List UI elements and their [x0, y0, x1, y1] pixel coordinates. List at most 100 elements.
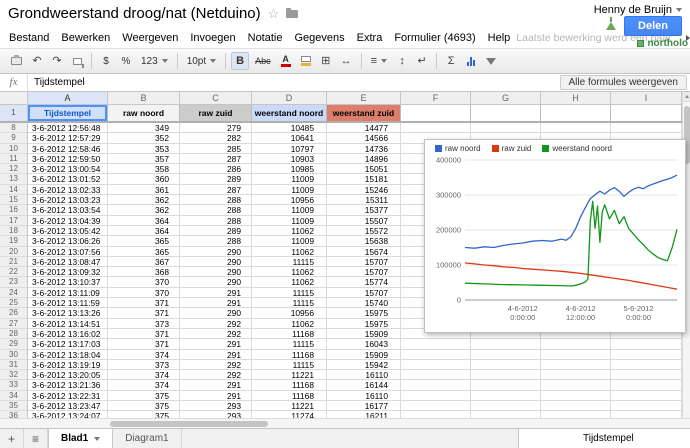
- cell[interactable]: [541, 123, 611, 134]
- row-number[interactable]: 13: [0, 174, 28, 185]
- cell[interactable]: 290: [180, 277, 252, 288]
- cell[interactable]: 287: [180, 184, 252, 196]
- cell[interactable]: 290: [180, 267, 252, 278]
- cell[interactable]: 371: [108, 298, 180, 309]
- cell[interactable]: 15707: [327, 287, 401, 299]
- cell[interactable]: 289: [180, 174, 252, 185]
- cell[interactable]: [541, 411, 611, 418]
- cell[interactable]: 287: [180, 153, 252, 165]
- header-cell[interactable]: weerstand zuid: [327, 105, 401, 121]
- cell[interactable]: [401, 370, 471, 381]
- column-header-i[interactable]: I: [611, 92, 682, 105]
- header-cell[interactable]: raw zuid: [180, 105, 252, 121]
- cell[interactable]: 286: [180, 164, 252, 175]
- cell[interactable]: 14736: [327, 143, 401, 154]
- row-number[interactable]: 27: [0, 318, 28, 329]
- cell[interactable]: 11115: [252, 298, 327, 309]
- row-number[interactable]: 18: [0, 225, 28, 237]
- cell[interactable]: 15740: [327, 298, 401, 309]
- cell[interactable]: 371: [108, 308, 180, 319]
- cell[interactable]: 11168: [252, 349, 327, 360]
- cell[interactable]: [471, 123, 541, 134]
- cell[interactable]: [611, 401, 682, 412]
- cell[interactable]: 3-6-2012 13:22:31: [28, 390, 108, 402]
- cell[interactable]: 3-6-2012 13:20:05: [28, 370, 108, 381]
- cell[interactable]: 289: [180, 225, 252, 237]
- cell[interactable]: 11062: [252, 246, 327, 257]
- undo-button[interactable]: ↶: [28, 52, 46, 70]
- cell[interactable]: 282: [180, 133, 252, 144]
- row-number[interactable]: 21: [0, 256, 28, 268]
- cell[interactable]: 365: [108, 236, 180, 247]
- cell[interactable]: [611, 411, 682, 418]
- fill-color-button[interactable]: [297, 52, 315, 70]
- cell[interactable]: [611, 339, 682, 350]
- sheet-tab-blad1[interactable]: Blad1: [48, 429, 114, 448]
- cell[interactable]: 11274: [252, 411, 327, 418]
- cell[interactable]: 10485: [252, 123, 327, 134]
- cell[interactable]: 373: [108, 359, 180, 371]
- cell[interactable]: 290: [180, 308, 252, 319]
- cell[interactable]: 290: [180, 256, 252, 268]
- row-number[interactable]: 1: [0, 105, 28, 121]
- cell[interactable]: [611, 359, 682, 371]
- cell[interactable]: 3-6-2012 13:18:04: [28, 349, 108, 360]
- cell[interactable]: 16043: [327, 339, 401, 350]
- cell[interactable]: [541, 401, 611, 412]
- cell[interactable]: 352: [108, 133, 180, 144]
- horizontal-scrollbar-thumb[interactable]: [110, 421, 268, 427]
- strikethrough-button[interactable]: Abc: [251, 52, 275, 70]
- column-header-e[interactable]: E: [327, 92, 401, 105]
- cell[interactable]: [471, 370, 541, 381]
- cell[interactable]: 15674: [327, 246, 401, 257]
- menu-item[interactable]: Extra: [351, 32, 389, 44]
- cell[interactable]: 292: [180, 318, 252, 329]
- row-number[interactable]: 28: [0, 328, 28, 340]
- flask-icon[interactable]: [606, 17, 617, 30]
- insert-chart-button[interactable]: [462, 52, 480, 70]
- cell[interactable]: 364: [108, 225, 180, 237]
- paint-format-button[interactable]: [68, 52, 86, 70]
- cell[interactable]: 3-6-2012 13:17:03: [28, 339, 108, 350]
- row-number[interactable]: 31: [0, 359, 28, 371]
- row-number[interactable]: 35: [0, 401, 28, 412]
- cell[interactable]: 3-6-2012 13:11:09: [28, 287, 108, 299]
- cell[interactable]: 3-6-2012 13:09:32: [28, 267, 108, 278]
- cell[interactable]: 361: [108, 184, 180, 196]
- cell[interactable]: 15942: [327, 359, 401, 371]
- cell[interactable]: [471, 359, 541, 371]
- row-number[interactable]: 24: [0, 287, 28, 299]
- cell[interactable]: [541, 349, 611, 360]
- cell[interactable]: 10903: [252, 153, 327, 165]
- cell[interactable]: 3-6-2012 13:16:02: [28, 328, 108, 340]
- cell[interactable]: 288: [180, 205, 252, 216]
- cell[interactable]: 367: [108, 256, 180, 268]
- menu-item[interactable]: Notatie: [242, 32, 289, 44]
- cell[interactable]: [401, 380, 471, 391]
- row-number[interactable]: 33: [0, 380, 28, 391]
- row-number[interactable]: 14: [0, 184, 28, 196]
- cell[interactable]: 3-6-2012 13:01:52: [28, 174, 108, 185]
- cell[interactable]: [611, 390, 682, 402]
- cell[interactable]: 3-6-2012 13:14:51: [28, 318, 108, 329]
- cell[interactable]: 371: [108, 339, 180, 350]
- cell[interactable]: 15975: [327, 308, 401, 319]
- bold-button[interactable]: B: [231, 52, 250, 70]
- cell[interactable]: 292: [180, 328, 252, 340]
- cell[interactable]: 291: [180, 339, 252, 350]
- column-header-h[interactable]: H: [541, 92, 611, 105]
- viewer-chip[interactable]: northolo: [637, 38, 688, 49]
- currency-format-button[interactable]: $: [97, 52, 115, 70]
- cell[interactable]: 291: [180, 298, 252, 309]
- cell[interactable]: 10797: [252, 143, 327, 154]
- cell[interactable]: 10641: [252, 133, 327, 144]
- cell[interactable]: 3-6-2012 13:04:39: [28, 215, 108, 226]
- cell[interactable]: 15909: [327, 349, 401, 360]
- row-number[interactable]: 8: [0, 123, 28, 134]
- cell[interactable]: 364: [108, 215, 180, 226]
- column-header-a[interactable]: A: [28, 92, 108, 105]
- cell[interactable]: 11115: [252, 339, 327, 350]
- cell[interactable]: 15572: [327, 225, 401, 237]
- cell[interactable]: 11221: [252, 401, 327, 412]
- cell[interactable]: [611, 349, 682, 360]
